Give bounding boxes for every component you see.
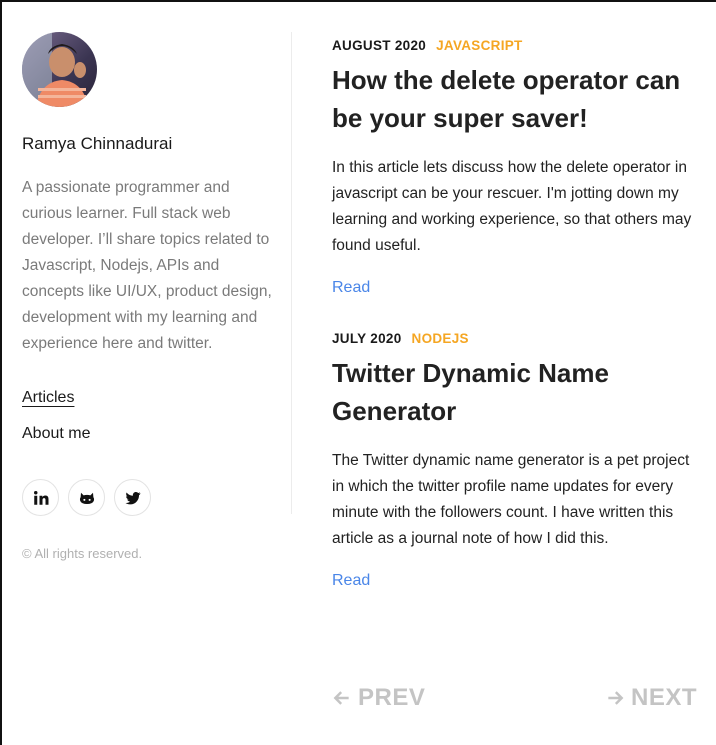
article-list: AUGUST 2020 JAVASCRIPT How the delete op…	[332, 38, 702, 590]
article-excerpt: The Twitter dynamic name generator is a …	[332, 452, 690, 547]
article-date: AUGUST 2020	[332, 38, 427, 53]
article-title[interactable]: How the delete operator can be your supe…	[332, 61, 702, 137]
article-card: AUGUST 2020 JAVASCRIPT How the delete op…	[332, 38, 702, 297]
github-button[interactable]	[68, 479, 105, 516]
prev-page-button[interactable]: PREV	[332, 684, 425, 712]
linkedin-button[interactable]	[22, 479, 59, 516]
article-card: JULY 2020 NODEJS Twitter Dynamic Name Ge…	[332, 331, 702, 590]
prev-label: PREV	[358, 684, 426, 711]
article-meta: AUGUST 2020 JAVASCRIPT	[332, 38, 702, 53]
pagination: PREV NEXT	[332, 684, 697, 712]
github-icon	[79, 492, 94, 504]
author-bio: A passionate programmer and curious lear…	[22, 179, 272, 352]
arrow-left-icon	[333, 691, 349, 705]
arrow-right-icon	[608, 691, 624, 705]
article-tag[interactable]: JAVASCRIPT	[436, 38, 523, 53]
twitter-icon	[125, 491, 140, 504]
sidebar-nav: Articles About me	[22, 387, 272, 445]
article-date: JULY 2020	[332, 331, 402, 346]
article-tag[interactable]: NODEJS	[412, 331, 469, 346]
copyright-text: © All rights reserved.	[22, 546, 143, 561]
nav-about-link[interactable]: About me	[22, 423, 272, 445]
twitter-button[interactable]	[114, 479, 151, 516]
article-meta: JULY 2020 NODEJS	[332, 331, 702, 346]
sidebar: Ramya Chinnadurai A passionate programme…	[22, 32, 272, 561]
read-link[interactable]: Read	[332, 572, 370, 590]
author-name: Ramya Chinnadurai	[22, 134, 173, 153]
read-link[interactable]: Read	[332, 279, 370, 297]
avatar[interactable]	[22, 32, 97, 107]
article-excerpt: In this article lets discuss how the del…	[332, 159, 692, 254]
next-label: NEXT	[630, 684, 697, 711]
column-divider	[291, 32, 292, 514]
article-title[interactable]: Twitter Dynamic Name Generator	[332, 354, 702, 430]
linkedin-icon	[33, 490, 48, 505]
social-links	[22, 479, 272, 516]
next-page-button[interactable]: NEXT	[605, 684, 697, 712]
nav-articles-link[interactable]: Articles	[22, 387, 272, 409]
